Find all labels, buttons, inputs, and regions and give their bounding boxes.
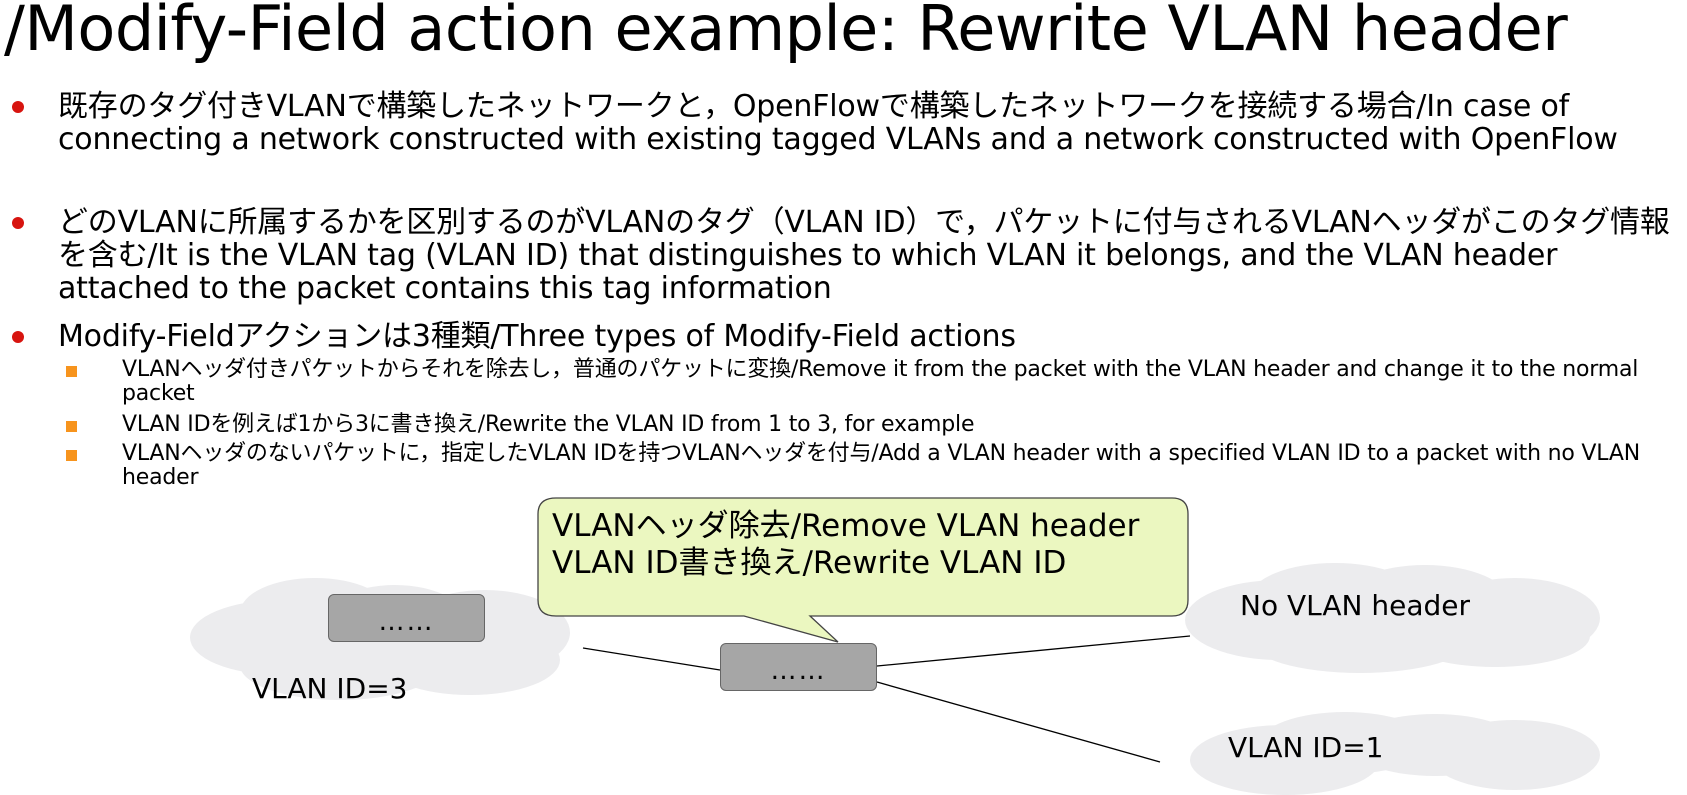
- switch-left: ……: [328, 594, 485, 642]
- link-right-top: [876, 635, 1191, 667]
- left-cloud-label: VLAN ID=3: [252, 672, 408, 705]
- link-right-bottom: [876, 681, 1161, 763]
- callout-line-rewrite: VLAN ID書き換え/Rewrite VLAN ID: [552, 545, 1067, 581]
- callout-line-remove: VLANヘッダ除去/Remove VLAN header: [552, 508, 1140, 544]
- callout-text: VLANヘッダ除去/Remove VLAN header VLAN ID書き換え…: [552, 508, 1182, 582]
- switch-center: ……: [720, 643, 877, 691]
- right-bottom-cloud-label: VLAN ID=1: [1228, 731, 1384, 764]
- right-top-cloud-label: No VLAN header: [1240, 589, 1471, 622]
- link-left: [582, 647, 721, 671]
